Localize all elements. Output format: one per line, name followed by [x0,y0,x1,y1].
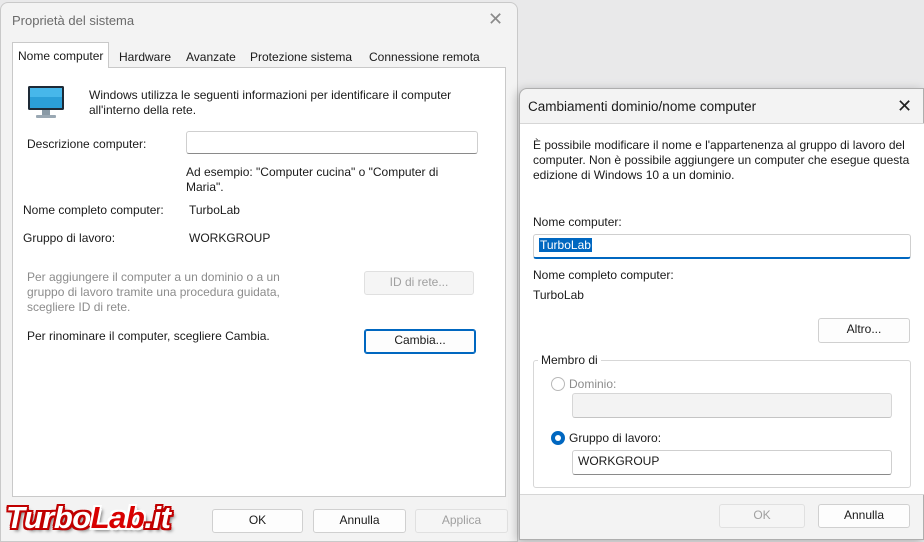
fullname-label: Nome completo computer: [23,203,164,217]
computer-monitor-icon [28,86,64,118]
tab-protezione-sistema[interactable]: Protezione sistema [245,44,357,67]
workgroup-radio-label: Gruppo di lavoro: [569,431,662,445]
tab-connessione-remota[interactable]: Connessione remota [364,44,485,67]
domain-hint-text: Per aggiungere il computer a un dominio … [27,270,280,314]
tab-nome-computer[interactable]: Nome computer [12,42,110,68]
fullname-label: Nome completo computer: [533,268,674,282]
computer-name-input[interactable]: TurboLab [533,234,911,259]
computer-name-selected-text: TurboLab [539,238,592,252]
apply-button[interactable]: Applica [415,509,508,533]
domain-input[interactable] [572,393,892,418]
dialog-title: Cambiamenti dominio/nome computer [528,99,757,114]
tab-avanzate[interactable]: Avanzate [181,44,241,67]
fullname-value: TurboLab [533,288,584,302]
close-icon[interactable]: ✕ [488,11,503,29]
workgroup-radio[interactable] [551,431,565,445]
watermark-part2: Lab [90,500,145,535]
intro-text: È possibile modificare il nome e l'appar… [533,138,910,182]
member-of-label: Membro di [538,353,601,368]
more-button[interactable]: Altro... [818,318,910,343]
description-label: Descrizione computer: [27,137,147,151]
example-text: Ad esempio: "Computer cucina" o "Compute… [186,165,439,194]
rename-hint-text: Per rinominare il computer, scegliere Ca… [27,329,270,343]
workgroup-label: Gruppo di lavoro: [23,231,116,245]
cancel-button[interactable]: Annulla [313,509,406,533]
network-id-button[interactable]: ID di rete... [364,271,474,295]
workgroup-value: WORKGROUP [189,231,271,245]
watermark-part3: .it [144,500,171,535]
cancel-button[interactable]: Annulla [818,504,910,528]
tab-hardware[interactable]: Hardware [114,44,176,67]
description-input[interactable] [186,131,478,154]
workgroup-input[interactable]: WORKGROUP [572,450,892,475]
computer-name-label: Nome computer: [533,215,622,229]
dialog-title: Proprietà del sistema [12,13,135,28]
change-button[interactable]: Cambia... [364,329,476,354]
fullname-value: TurboLab [189,203,240,217]
close-icon[interactable]: ✕ [897,98,912,116]
turbolab-watermark-logo: TurboLab.it [6,500,171,536]
intro-text: Windows utilizza le seguenti informazion… [89,88,452,117]
domain-radio-label: Dominio: [569,377,617,391]
domain-radio[interactable] [551,377,565,391]
ok-button[interactable]: OK [212,509,303,533]
ok-button[interactable]: OK [719,504,805,528]
watermark-part1: Turbo [6,500,91,535]
